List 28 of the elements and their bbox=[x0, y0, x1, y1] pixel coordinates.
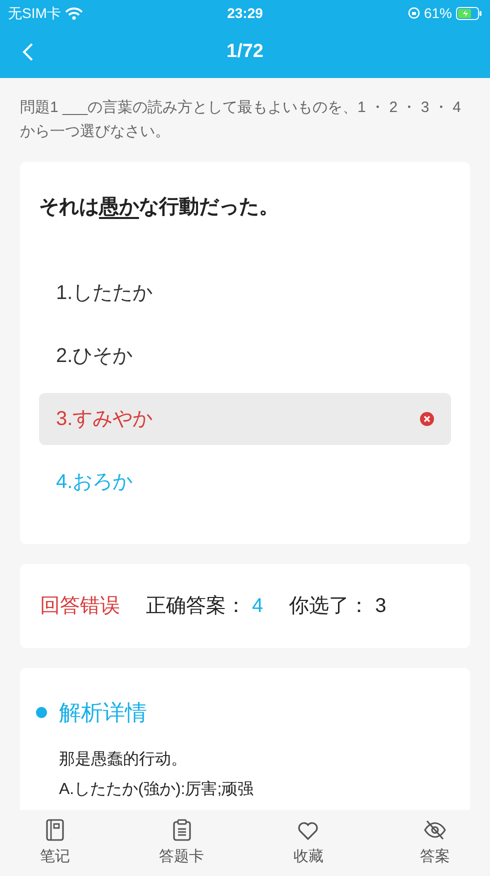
wifi-icon bbox=[64, 6, 83, 20]
tab-bar-item[interactable]: 答题卡 bbox=[146, 818, 217, 868]
chosen-answer-value: 3 bbox=[375, 594, 386, 619]
clock-text: 23:29 bbox=[227, 4, 263, 22]
chosen-answer-label: 你选了： bbox=[289, 594, 370, 619]
instruction-text: 問題1 ___の言葉の読み方として最もよいものを、1 ・ 2 ・ 3 ・ 4 から一つ選びなさい。 bbox=[20, 98, 462, 142]
answer-option[interactable]: 1.したたか bbox=[39, 267, 451, 319]
rotation-lock-icon bbox=[408, 7, 420, 19]
answer-option[interactable]: 3.すみやか bbox=[39, 393, 451, 445]
battery-percent: 61% bbox=[424, 4, 452, 22]
notebook-icon bbox=[43, 818, 67, 842]
carrier-text: 无SIM卡 bbox=[8, 4, 61, 22]
explanation-line: A.したたか(強か):厉害;顽强 bbox=[59, 780, 255, 800]
explanation-line: 那是愚蠢的行动。 bbox=[59, 750, 188, 770]
question-text: それは愚かな行動だった。 bbox=[39, 195, 280, 220]
tab-bar-item[interactable]: 笔记 bbox=[20, 818, 90, 868]
tab-bar-item[interactable]: 收藏 bbox=[273, 818, 344, 868]
tab-bar-item[interactable]: 答案 bbox=[400, 818, 470, 868]
wrong-icon bbox=[420, 412, 434, 426]
explanation-title: 解析详情 bbox=[59, 699, 147, 727]
battery-icon bbox=[456, 6, 482, 20]
verdict-text: 回答错误 bbox=[40, 594, 120, 619]
bullet-icon bbox=[36, 707, 47, 718]
correct-answer-value: 4 bbox=[252, 594, 264, 619]
eye-slash-icon bbox=[422, 818, 447, 842]
answer-option[interactable]: 2.ひそか bbox=[39, 330, 451, 382]
page-title: 1/72 bbox=[226, 40, 264, 62]
correct-answer-label: 正确答案： bbox=[146, 594, 246, 619]
